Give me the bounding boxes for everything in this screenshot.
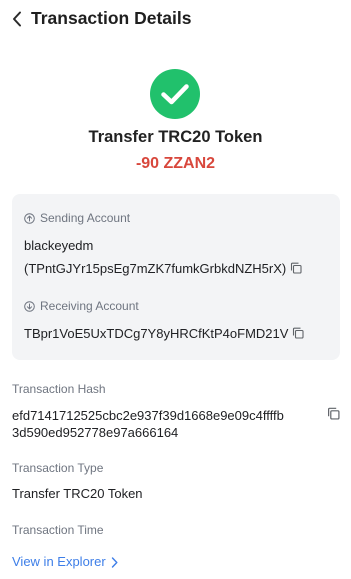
transaction-name: Transfer TRC20 Token bbox=[88, 128, 263, 146]
receiving-account-label: Receiving Account bbox=[24, 299, 139, 313]
header-bar: Transaction Details bbox=[0, 0, 351, 38]
sending-account-address: (TPntGJYr15psEg7mZK7fumkGrbkdNZH5rX) bbox=[24, 261, 287, 276]
view-in-explorer-label: View in Explorer bbox=[12, 554, 106, 569]
accounts-card: Sending Account blackeyedm (TPntGJYr15ps… bbox=[12, 194, 340, 360]
page-title: Transaction Details bbox=[31, 8, 192, 28]
transaction-type-value: Transfer TRC20 Token bbox=[12, 486, 143, 501]
transaction-amount: -90 ZZAN2 bbox=[135, 155, 216, 172]
view-in-explorer-link[interactable]: View in Explorer bbox=[12, 554, 118, 570]
transaction-hash-label: Transaction Hash bbox=[12, 382, 106, 396]
transaction-hash-line-1: efd7141712525cbc2e937f39d1668e9e09c4ffff… bbox=[12, 408, 284, 423]
copy-icon[interactable] bbox=[292, 327, 304, 339]
receiving-account-address: TBpr1VoE5UxTDCg7Y8yHRCfKtP4oFMD21V bbox=[24, 326, 289, 341]
arrow-up-circle-icon bbox=[24, 212, 35, 224]
arrow-down-circle-icon bbox=[24, 300, 35, 312]
sending-account-label-text: Sending Account bbox=[40, 211, 131, 225]
transaction-time-label: Transaction Time bbox=[12, 523, 104, 537]
receiving-account-label-text: Receiving Account bbox=[40, 299, 139, 313]
sending-account-name: blackeyedm bbox=[24, 238, 94, 253]
sending-account-label: Sending Account bbox=[24, 211, 130, 225]
chevron-left-icon bbox=[13, 11, 21, 27]
back-button[interactable] bbox=[8, 8, 26, 30]
sending-account-address-row: (TPntGJYr15psEg7mZK7fumkGrbkdNZH5rX) bbox=[24, 259, 302, 279]
transaction-type-label: Transaction Type bbox=[12, 461, 104, 475]
copy-icon[interactable] bbox=[327, 407, 340, 420]
copy-icon[interactable] bbox=[290, 262, 302, 274]
receiving-account-address-row: TBpr1VoE5UxTDCg7Y8yHRCfKtP4oFMD21V bbox=[24, 324, 304, 344]
check-circle-icon bbox=[149, 68, 201, 120]
chevron-right-icon bbox=[111, 556, 118, 568]
transaction-hash-line-2: 3d590ed952778e97a666164 bbox=[12, 425, 179, 440]
